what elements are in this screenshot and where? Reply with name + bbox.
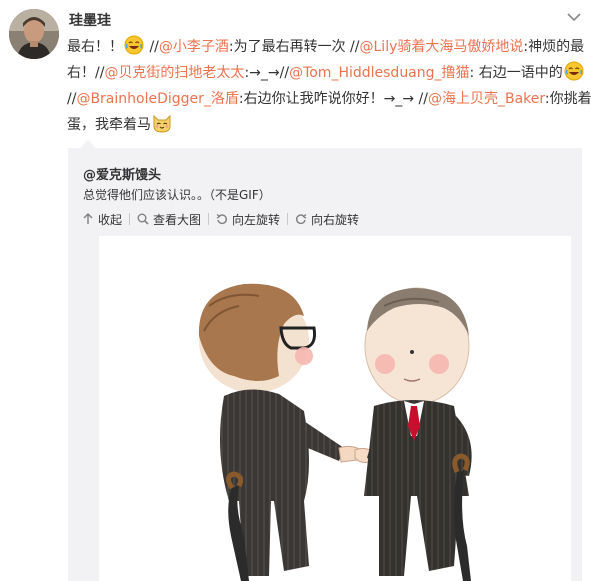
post-line-4: 蛋，我牵着马 bbox=[67, 112, 587, 138]
post-text-segment: :为了最右再转一次 // bbox=[228, 39, 360, 55]
post-text: 最右！！ //@小李子酒:为了最右再转一次 //@Lily骑着大海马傲娇地说:神… bbox=[67, 34, 591, 138]
post-text-segment: :神烦的最 bbox=[523, 39, 585, 55]
laugh-emoji-icon bbox=[124, 35, 144, 55]
mention-link[interactable]: @贝克街的扫地老太太 bbox=[104, 65, 244, 81]
post-text-segment: 最右！！ bbox=[67, 39, 123, 55]
post-text-segment: :右边你让我咋说你好！→_→ // bbox=[238, 91, 428, 107]
view-large-button[interactable]: 查看大图 bbox=[137, 211, 201, 228]
post-line-1: 最右！！ //@小李子酒:为了最右再转一次 //@Lily骑着大海马傲娇地说:神… bbox=[67, 34, 587, 60]
chevron-down-icon[interactable] bbox=[566, 8, 582, 22]
divider bbox=[208, 213, 210, 225]
avatar[interactable] bbox=[9, 9, 59, 59]
post-text-segment: 右！// bbox=[67, 65, 105, 81]
rotate-left-icon bbox=[216, 213, 228, 225]
magnifier-icon bbox=[137, 213, 149, 225]
mention-link[interactable]: @Tom_Hiddlesduang_撸猫 bbox=[289, 65, 469, 81]
laugh-emoji-icon bbox=[564, 61, 584, 81]
divider bbox=[287, 213, 289, 225]
repost-box: @爱克斯馒头 总觉得他们应该认识。。（不是GIF） 收起 查看大图 向左旋转 向… bbox=[68, 148, 582, 581]
post-text-segment: : 右边一语中的 bbox=[469, 65, 563, 81]
rotate-right-icon bbox=[296, 213, 307, 225]
cat-emoji-icon bbox=[152, 113, 172, 133]
arrow-up-icon bbox=[83, 213, 93, 224]
mention-link[interactable]: @BrainholeDigger_洛盾 bbox=[76, 91, 238, 107]
original-author[interactable]: @爱克斯馒头 bbox=[83, 164, 161, 183]
post-text-segment: :→_→// bbox=[244, 65, 290, 81]
rotate-right-label: 向右旋转 bbox=[311, 212, 360, 227]
mention-link[interactable]: @海上贝壳_Baker bbox=[428, 91, 545, 107]
repost-notch bbox=[80, 140, 96, 148]
view-large-label: 查看大图 bbox=[153, 212, 202, 227]
divider bbox=[129, 213, 131, 225]
attached-image[interactable] bbox=[99, 236, 571, 581]
post-line-3: //@BrainholeDigger_洛盾:右边你让我咋说你好！→_→ //@海… bbox=[67, 86, 591, 112]
rotate-right-button[interactable]: 向右旋转 bbox=[295, 211, 359, 228]
post-text-segment: :你挑着 bbox=[544, 91, 591, 107]
original-text: 总觉得他们应该认识。。（不是GIF） bbox=[83, 188, 271, 202]
author-name[interactable]: 珪墨珪 bbox=[69, 10, 111, 30]
post-text-segment: // bbox=[145, 39, 159, 55]
collapse-button[interactable]: 收起 bbox=[82, 211, 122, 228]
rotate-left-button[interactable]: 向左旋转 bbox=[216, 211, 280, 228]
post-line-2: 右！//@贝克街的扫地老太太:→_→//@Tom_Hiddlesduang_撸猫… bbox=[67, 60, 587, 86]
mention-link[interactable]: @小李子酒 bbox=[159, 39, 229, 55]
collapse-label: 收起 bbox=[98, 212, 123, 227]
image-toolbar: 收起 查看大图 向左旋转 向右旋转 bbox=[82, 211, 359, 227]
post-text-segment: 蛋，我牵着马 bbox=[67, 117, 151, 133]
mention-link[interactable]: @Lily骑着大海马傲娇地说 bbox=[360, 39, 524, 55]
handshake bbox=[338, 445, 374, 463]
rotate-left-label: 向左旋转 bbox=[232, 212, 281, 227]
